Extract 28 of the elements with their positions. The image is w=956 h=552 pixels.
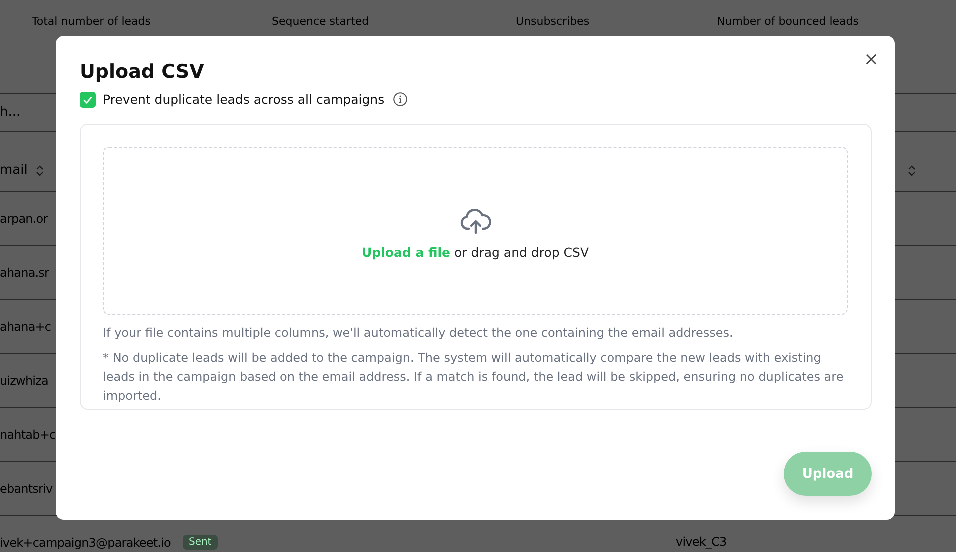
sort-icon[interactable] bbox=[36, 164, 44, 176]
email-cell: uizwhiza bbox=[0, 374, 48, 388]
stat-label: Number of bounced leads bbox=[717, 14, 860, 28]
stat-label: Unsubscribes bbox=[516, 14, 591, 28]
help-text: If your file contains multiple columns, we'll automatically detect the one containing the email addresses. bbox=[103, 325, 734, 342]
upload-link[interactable]: Upload a file bbox=[362, 244, 451, 260]
email-cell: ebantsriv bbox=[0, 482, 53, 496]
stat-label: Sequence started bbox=[272, 14, 370, 28]
sort-icon[interactable] bbox=[908, 164, 916, 176]
info-icon[interactable] bbox=[392, 92, 408, 107]
close-button[interactable] bbox=[865, 53, 878, 66]
email-cell: arpan.or bbox=[0, 212, 48, 226]
cloud-upload-icon bbox=[460, 208, 492, 234]
column-header[interactable]: mail bbox=[0, 163, 28, 178]
stat-label: Total number of leads bbox=[32, 14, 152, 28]
status-badge: Sent bbox=[182, 535, 218, 550]
email-cell: ivek+campaign3@parakeet.io bbox=[0, 536, 171, 550]
drop-zone[interactable]: Upload a file or drag and drop CSV bbox=[103, 147, 848, 315]
help-text: * No duplicate leads will be added to the campaign. The system will automatically compare the new leads with existing leads in the campaign based on the email address. If a match is found, the lead will be skipped, ensuring no duplicates are imported. bbox=[103, 350, 845, 405]
drop-hint: or drag and drop CSV bbox=[454, 244, 589, 260]
search-field[interactable]: h... bbox=[0, 105, 60, 120]
email-cell: nahtab+c bbox=[0, 428, 56, 442]
dialog-title: Upload CSV bbox=[80, 60, 206, 84]
checkbox-label: Prevent duplicate leads across all campaigns bbox=[103, 92, 385, 107]
table-cell: vivek_C3 bbox=[676, 535, 727, 549]
email-cell: ahana+c bbox=[0, 320, 52, 334]
email-cell: ahana.sr bbox=[0, 266, 50, 280]
checkbox[interactable] bbox=[80, 92, 96, 108]
